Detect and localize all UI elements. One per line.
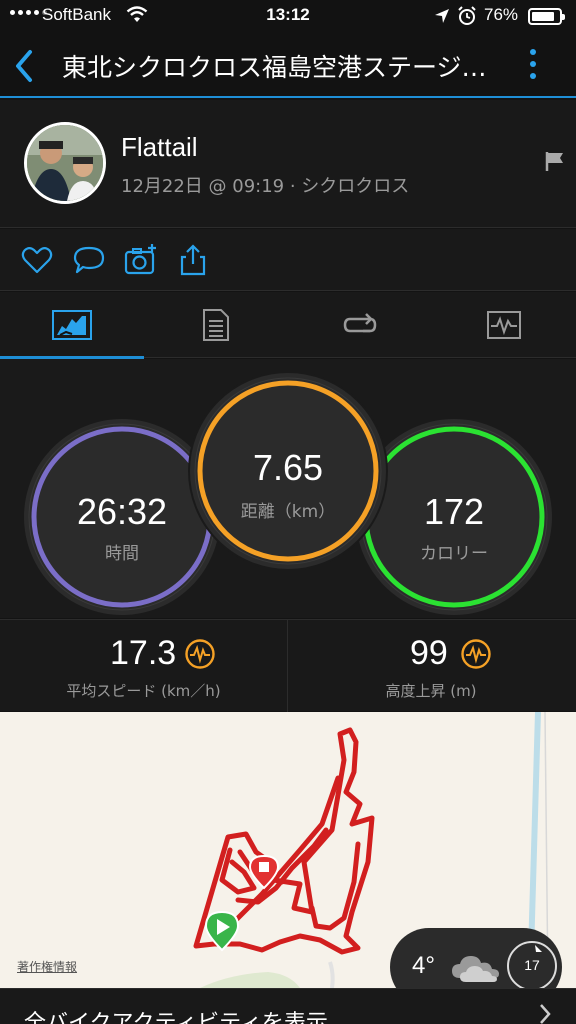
tab-charts[interactable] (432, 292, 576, 358)
action-bar (0, 229, 576, 291)
secondary-stats: 17.3 平均スピード (km／h) 99 高度上昇 (m) (0, 619, 576, 712)
comment-bubble-icon[interactable] (72, 243, 106, 277)
alarm-icon (458, 6, 476, 25)
back-chevron-icon[interactable] (10, 48, 40, 84)
weather-widget[interactable]: 4° 17 (390, 928, 562, 988)
share-icon[interactable] (176, 243, 210, 277)
status-bar: SoftBank 13:12 76% (0, 0, 576, 34)
elevation-gain-label: 高度上昇 (m) (385, 682, 477, 700)
nav-bar: 東北シクロクロス福島空港ステージ… (0, 34, 576, 98)
wind-speed-value: 17 (524, 957, 540, 973)
chevron-right-icon (540, 1004, 551, 1024)
connect-iq-icon (461, 639, 491, 669)
tab-laps[interactable] (288, 292, 432, 358)
page-title: 東北シクロクロス福島空港ステージ… (62, 53, 487, 82)
all-bike-activities-label: 全バイクアクティビティを表示 (24, 1011, 328, 1024)
activity-meta: 12月22日 @ 09:19 · シクロクロス (121, 176, 410, 197)
tab-details[interactable] (144, 292, 288, 358)
tab-overview[interactable] (0, 292, 144, 359)
flag-icon[interactable] (544, 150, 566, 172)
battery-percent: 76% (484, 5, 519, 24)
avg-speed-value: 17.3 (110, 634, 177, 672)
distance-value: 7.65 (252, 447, 324, 488)
elevation-gain-stat[interactable]: 99 高度上昇 (m) (287, 620, 574, 712)
details-document-icon (203, 309, 229, 341)
laps-loop-icon (343, 313, 377, 333)
like-heart-icon[interactable] (20, 243, 54, 277)
avatar-photo (27, 125, 103, 201)
weather-temperature: 4° (412, 952, 435, 979)
map-copyright-link[interactable]: 著作権情報 (17, 958, 77, 975)
wind-speed-dial: 17 (507, 941, 557, 988)
more-options-icon[interactable] (526, 46, 540, 86)
avatar[interactable] (24, 122, 106, 204)
route-map[interactable]: 著作権情報 4° 17 (0, 712, 576, 988)
tab-bar (0, 292, 576, 359)
battery-icon (528, 8, 565, 25)
distance-label: 距離（km） (240, 502, 336, 522)
location-arrow-icon (435, 9, 449, 23)
elevation-gain-value: 99 (410, 634, 448, 672)
distance-metric[interactable]: 7.65 距離（km） (188, 371, 388, 571)
connect-iq-icon (185, 639, 215, 669)
cloud-icon (452, 956, 499, 982)
overview-chart-icon (52, 310, 92, 340)
summary-metrics: 26:32 時間 172 カロリー 7.65 距離（km） (0, 359, 576, 618)
avg-speed-label: 平均スピード (km／h) (66, 682, 221, 700)
charts-graph-icon (487, 311, 521, 339)
user-name[interactable]: Flattail (121, 132, 198, 163)
activity-header: Flattail 12月22日 @ 09:19 · シクロクロス (0, 100, 576, 228)
all-bike-activities-link[interactable]: 全バイクアクティビティを表示 (0, 988, 576, 1024)
add-photo-camera-icon[interactable] (124, 243, 158, 277)
avg-speed-stat[interactable]: 17.3 平均スピード (km／h) (0, 620, 287, 712)
